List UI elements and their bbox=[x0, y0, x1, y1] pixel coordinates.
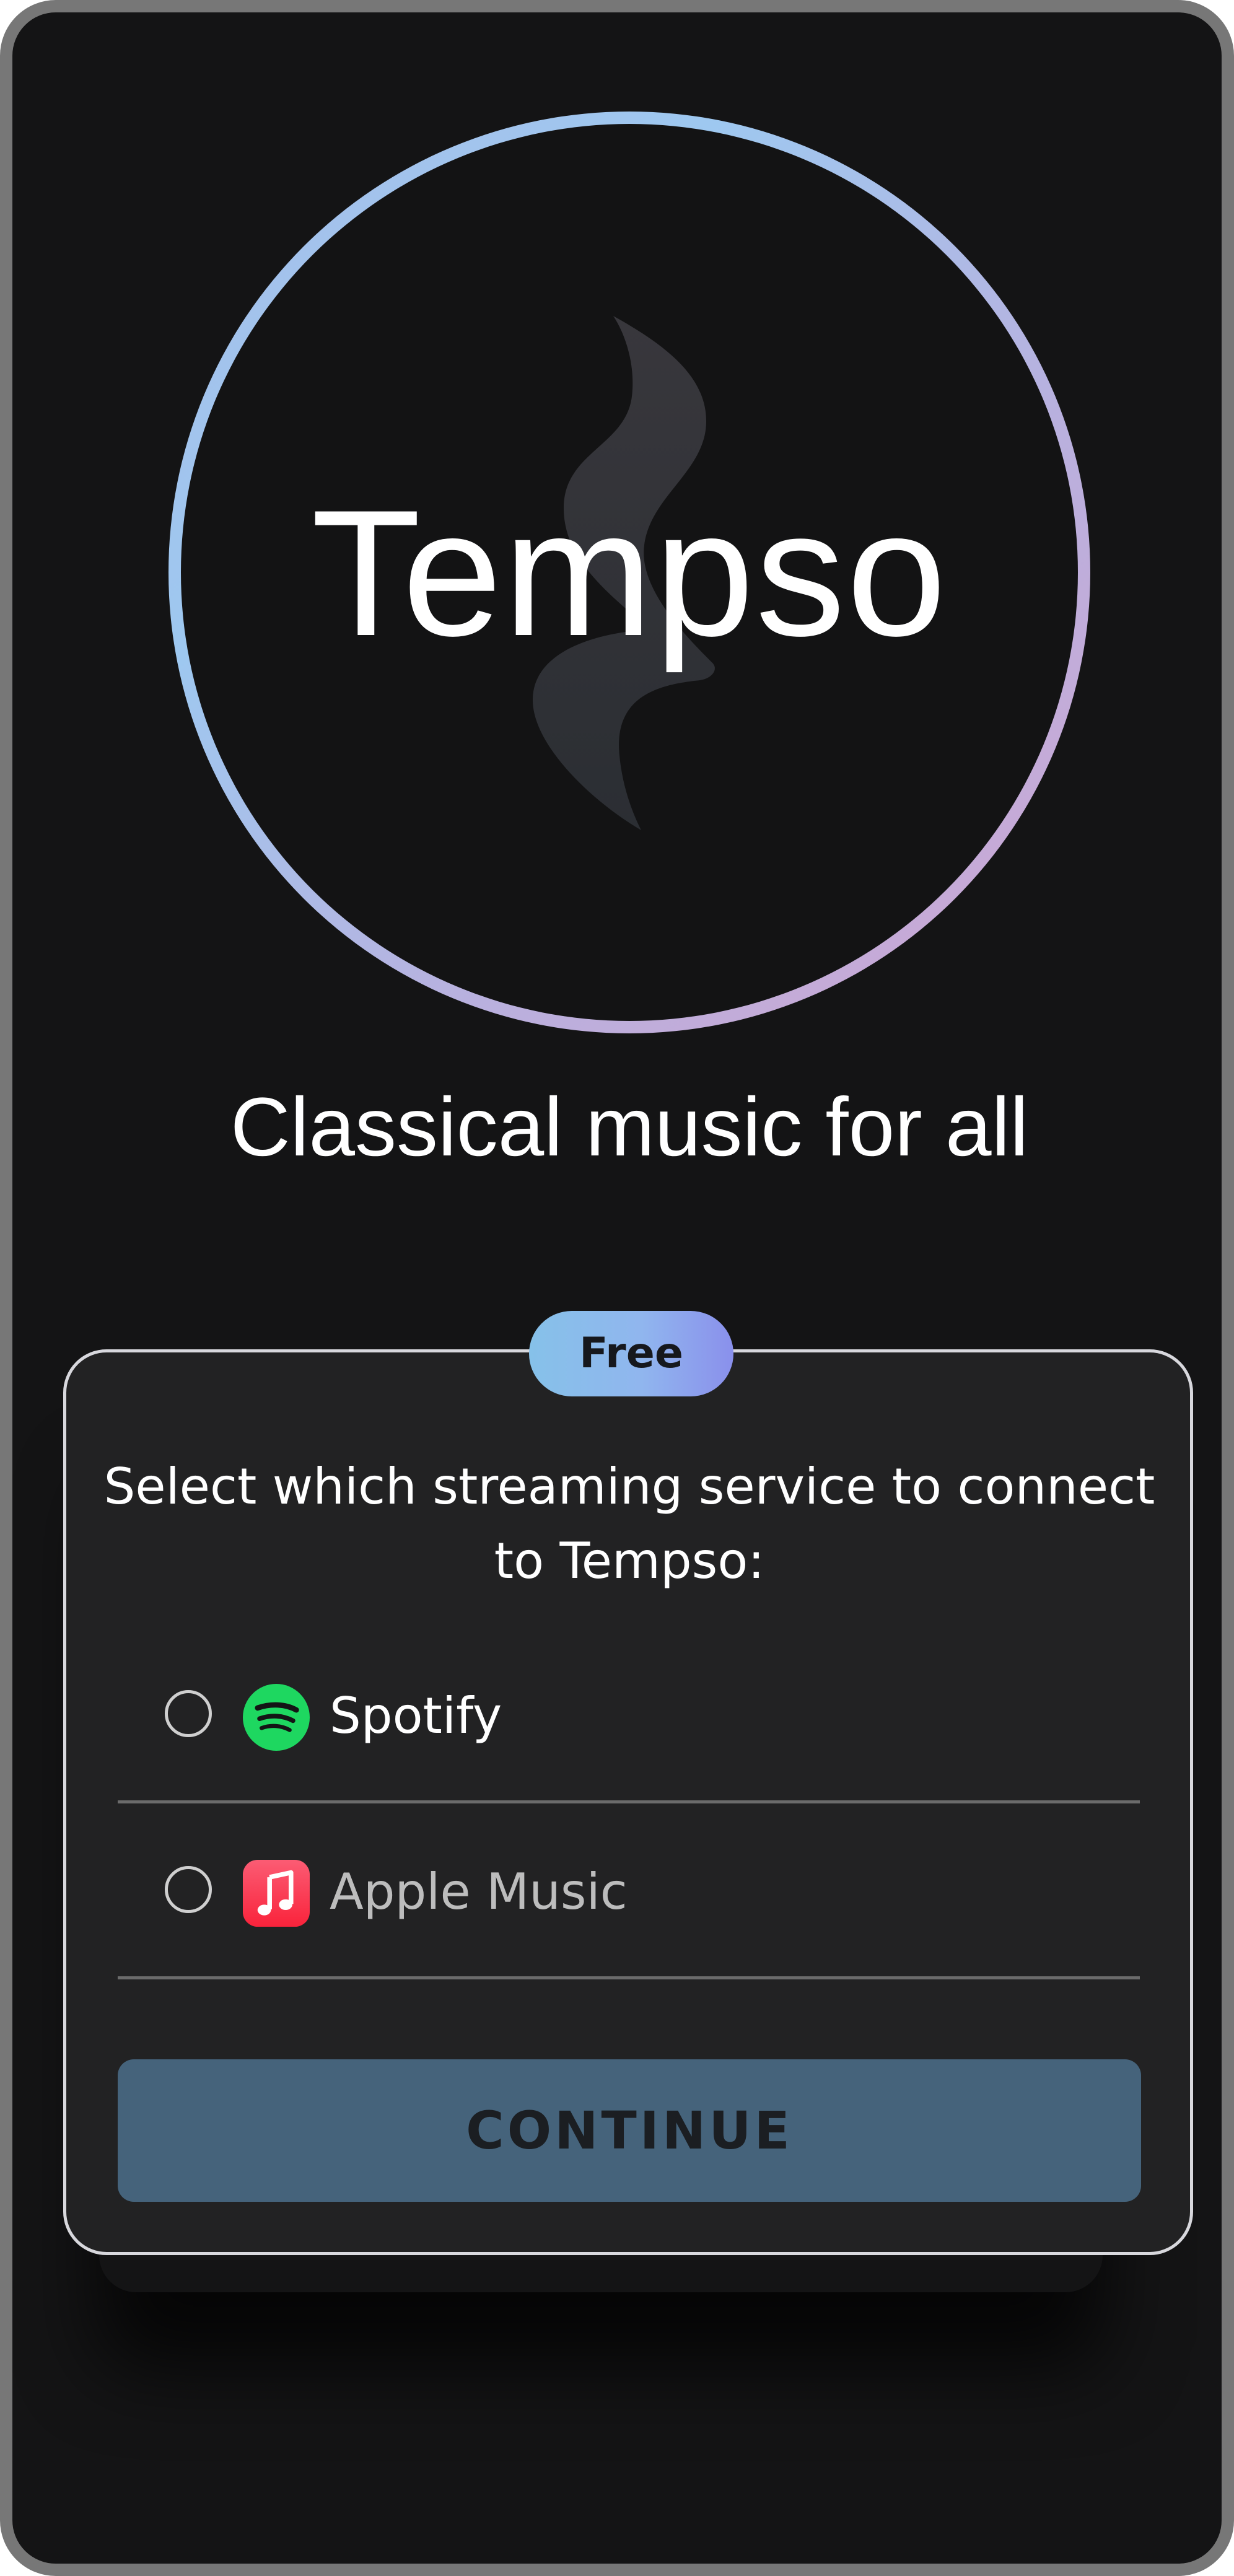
option-spotify[interactable]: Spotify bbox=[118, 1654, 1140, 1778]
option-divider bbox=[118, 1976, 1140, 1979]
free-badge: Free bbox=[529, 1311, 733, 1396]
apple-music-radio[interactable] bbox=[165, 1866, 212, 1913]
app-screen: Tempso Classical music for all Free Sele… bbox=[0, 0, 1234, 2576]
option-divider bbox=[118, 1800, 1140, 1803]
spotify-label: Spotify bbox=[330, 1687, 502, 1745]
spotify-icon bbox=[243, 1684, 310, 1751]
apple-music-label: Apple Music bbox=[330, 1863, 628, 1921]
continue-button[interactable]: CONTINUE bbox=[118, 2059, 1141, 2202]
tagline: Classical music for all bbox=[230, 1081, 1029, 1173]
option-apple-music[interactable]: Apple Music bbox=[118, 1830, 1140, 1954]
apple-music-icon bbox=[243, 1860, 310, 1927]
app-logo-wordmark: Tempso bbox=[311, 473, 948, 673]
spotify-radio[interactable] bbox=[165, 1690, 212, 1737]
service-prompt: Select which streaming service to connec… bbox=[103, 1458, 1155, 1590]
